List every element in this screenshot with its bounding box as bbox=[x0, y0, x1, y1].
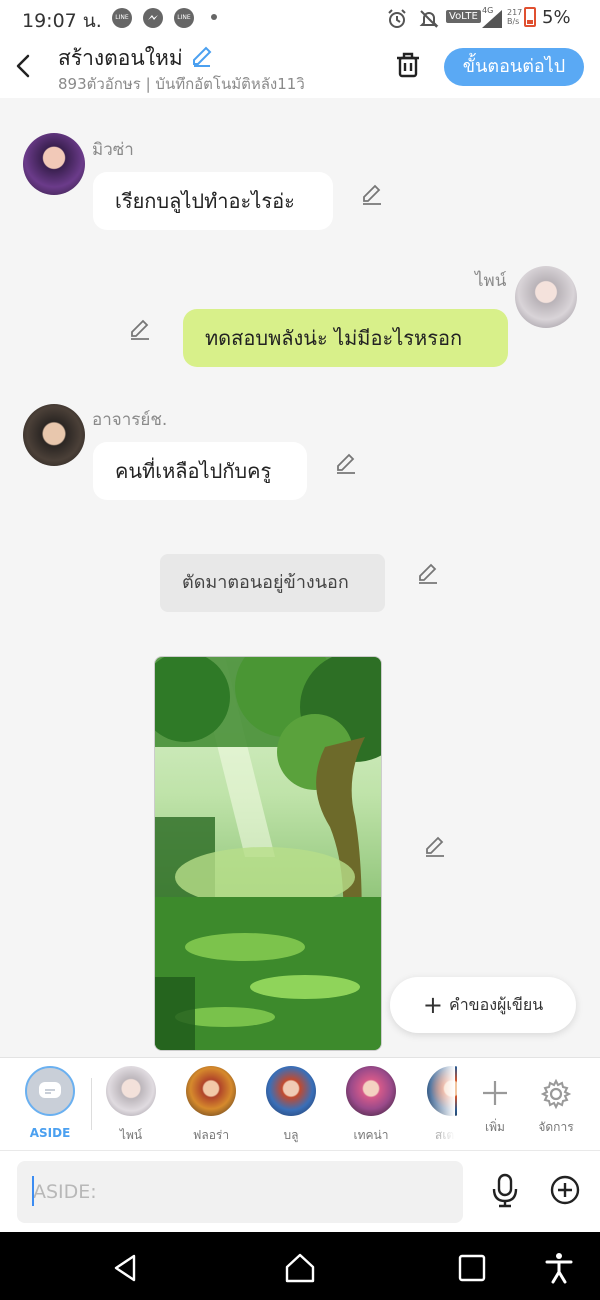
edit-narration-icon[interactable] bbox=[416, 562, 440, 586]
author-note-label: คำของผู้เขียน bbox=[448, 995, 544, 1014]
status-bar: 19:07 น. LINE LINE VoLTE 4G 217 B/s 5% bbox=[0, 0, 600, 36]
character-selector: ASIDE ไพน์ ฟลอร่า บลู เทคน่า สเต เพิ่ม จ… bbox=[0, 1057, 600, 1150]
character-avatar bbox=[266, 1066, 316, 1116]
home-nav-icon[interactable] bbox=[282, 1250, 318, 1286]
add-attachment-icon[interactable] bbox=[549, 1174, 581, 1206]
message-bubble-self[interactable]: ทดสอบพลังน่ะ ไม่มีอะไรหรอก bbox=[183, 309, 508, 367]
edit-message-icon[interactable] bbox=[360, 183, 384, 207]
speaker-name: ไพน์ bbox=[475, 271, 507, 291]
data-speed: 217 B/s bbox=[507, 8, 523, 26]
trash-icon[interactable] bbox=[393, 50, 423, 80]
add-label: เพิ่ม bbox=[485, 1120, 505, 1134]
microphone-icon[interactable] bbox=[490, 1172, 520, 1208]
character-avatar bbox=[106, 1066, 156, 1116]
speaker-name: อาจารย์ช. bbox=[92, 410, 168, 430]
author-note-button[interactable]: + คำของผู้เขียน bbox=[390, 977, 576, 1033]
edit-message-icon[interactable] bbox=[334, 452, 358, 476]
manage-label: จัดการ bbox=[538, 1120, 574, 1134]
recents-nav-icon[interactable] bbox=[454, 1250, 490, 1286]
bell-off-icon bbox=[419, 10, 439, 28]
line-app-icon-2: LINE bbox=[174, 8, 194, 28]
character-avatar bbox=[186, 1066, 236, 1116]
character-tecna[interactable]: เทคน่า bbox=[337, 1066, 405, 1146]
line-app-icon: LINE bbox=[112, 8, 132, 28]
autosave-status: 893ตัวอักษร | บันทึกอัตโนมัติหลัง11วิ bbox=[58, 75, 305, 93]
battery-icon bbox=[524, 7, 536, 27]
message-bubble[interactable]: เรียกบลูไปทำอะไรอ่ะ bbox=[93, 172, 333, 230]
character-label: ฟลอร่า bbox=[192, 1128, 230, 1142]
character-avatar bbox=[346, 1066, 396, 1116]
plus-icon: + bbox=[422, 991, 443, 1019]
messenger-icon bbox=[143, 8, 163, 28]
divider bbox=[91, 1078, 92, 1130]
avatar-pine[interactable] bbox=[515, 266, 577, 328]
next-step-button[interactable]: ขั้นตอนต่อไป bbox=[444, 48, 584, 86]
scroll-fade bbox=[425, 1058, 455, 1150]
manage-characters-button[interactable]: จัดการ bbox=[522, 1066, 590, 1146]
status-time: 19:07 น. bbox=[22, 10, 102, 32]
volte-badge: VoLTE bbox=[446, 10, 481, 23]
add-character-button[interactable]: เพิ่ม bbox=[461, 1066, 529, 1146]
battery-level: 5% bbox=[542, 7, 571, 28]
character-label: เทคน่า bbox=[353, 1128, 389, 1142]
aside-icon bbox=[25, 1066, 75, 1116]
character-label: ASIDE bbox=[29, 1126, 71, 1140]
character-label: บลู bbox=[283, 1128, 299, 1142]
speaker-name: มิวซ่า bbox=[92, 140, 134, 160]
page-title: สร้างตอนใหม่ bbox=[58, 46, 183, 70]
alarm-icon bbox=[388, 9, 406, 28]
back-nav-icon[interactable] bbox=[108, 1250, 144, 1286]
message-bubble[interactable]: คนที่เหลือไปกับครู bbox=[93, 442, 307, 500]
edit-message-icon[interactable] bbox=[128, 318, 152, 342]
character-blue[interactable]: บลู bbox=[257, 1066, 325, 1146]
narration-block[interactable]: ตัดมาตอนอยู่ข้างนอก bbox=[160, 554, 385, 612]
character-flora[interactable]: ฟลอร่า bbox=[177, 1066, 245, 1146]
text-caret bbox=[32, 1176, 34, 1206]
notification-dot bbox=[211, 14, 217, 20]
avatar-mizha[interactable] bbox=[23, 133, 85, 195]
back-icon[interactable] bbox=[12, 52, 36, 80]
character-label: ไพน์ bbox=[119, 1128, 143, 1142]
character-aside[interactable]: ASIDE bbox=[16, 1066, 84, 1146]
message-input[interactable] bbox=[17, 1161, 463, 1223]
edit-image-icon[interactable] bbox=[423, 835, 447, 859]
system-navigation-bar bbox=[0, 1232, 600, 1300]
edit-title-icon[interactable] bbox=[190, 44, 214, 68]
plus-icon bbox=[483, 1081, 507, 1105]
accessibility-icon[interactable] bbox=[541, 1250, 577, 1286]
header: สร้างตอนใหม่ 893ตัวอักษร | บันทึกอัตโนมั… bbox=[0, 36, 600, 98]
avatar-teacher[interactable] bbox=[23, 404, 85, 466]
gear-icon bbox=[540, 1078, 572, 1110]
signal-icon bbox=[482, 10, 502, 28]
forest-scene-image[interactable] bbox=[154, 656, 382, 1051]
character-pine[interactable]: ไพน์ bbox=[97, 1066, 165, 1146]
